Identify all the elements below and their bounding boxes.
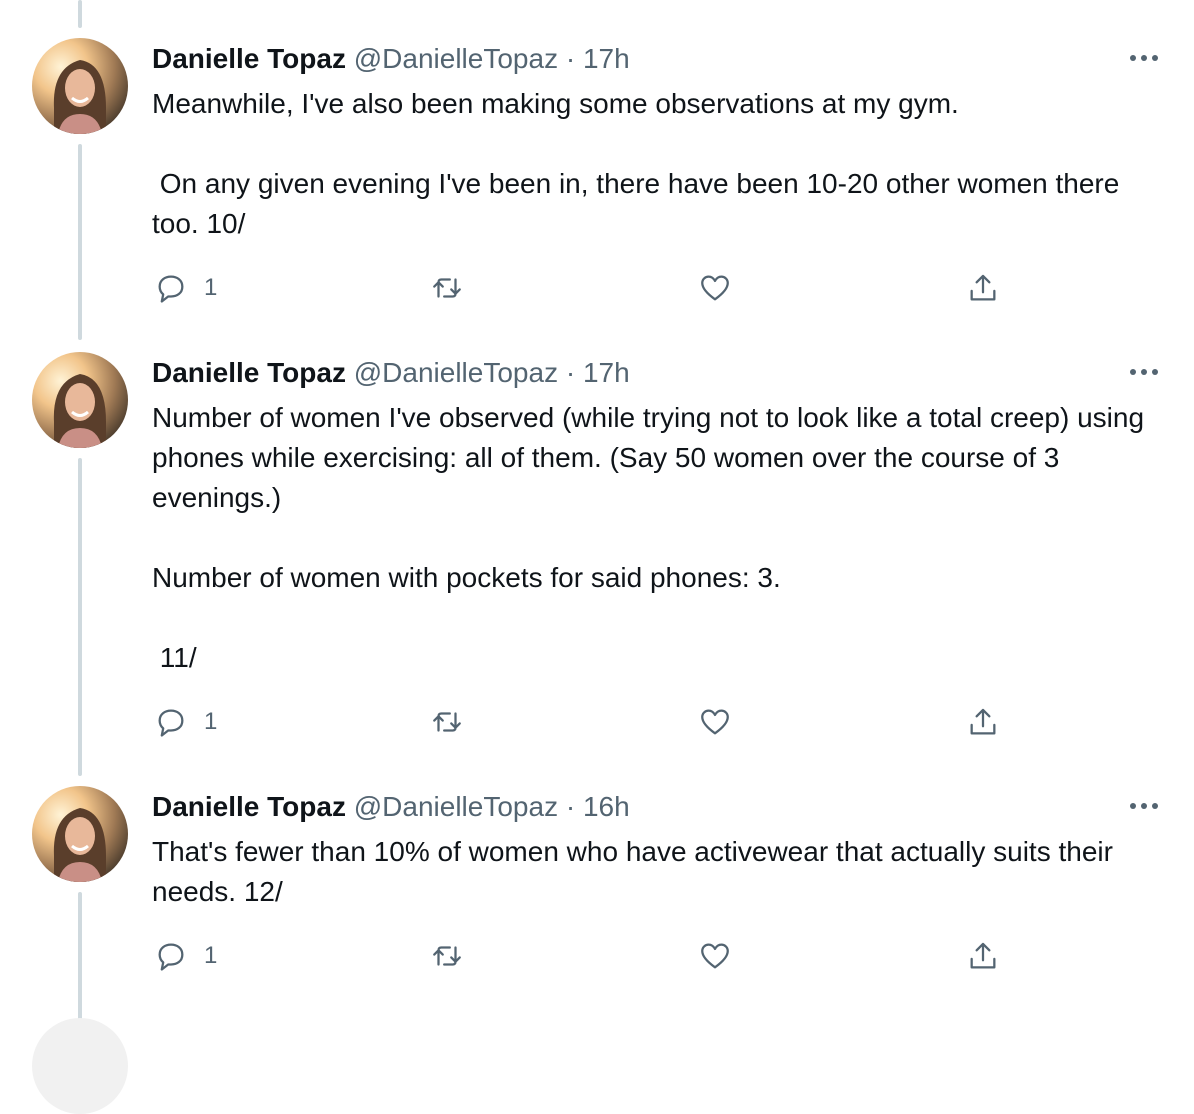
timestamp[interactable]: 17h (583, 43, 630, 74)
heart-icon (701, 943, 729, 969)
author-handle[interactable]: @DanielleTopaz (354, 357, 558, 388)
share-button[interactable] (966, 936, 1000, 976)
like-button[interactable] (698, 268, 748, 308)
avatar[interactable] (32, 1018, 128, 1114)
retweet-button[interactable] (430, 702, 480, 742)
avatar[interactable] (32, 38, 128, 134)
tweet[interactable]: Danielle Topaz @DanielleTopaz · 16h That… (0, 776, 1194, 1016)
heart-icon (701, 275, 729, 301)
reply-icon (158, 943, 184, 971)
heart-icon (701, 709, 729, 735)
reply-count: 1 (204, 942, 218, 969)
tweet-header: Danielle Topaz @DanielleTopaz · 17h (152, 356, 630, 390)
more-button[interactable] (1126, 362, 1162, 382)
separator: · (565, 43, 576, 74)
reply-icon (158, 709, 184, 737)
author-name[interactable]: Danielle Topaz (152, 357, 346, 388)
author-name[interactable]: Danielle Topaz (152, 43, 346, 74)
author-name[interactable]: Danielle Topaz (152, 791, 346, 822)
avatar[interactable] (32, 352, 128, 448)
avatar[interactable] (32, 786, 128, 882)
author-handle[interactable]: @DanielleTopaz (354, 43, 558, 74)
timestamp[interactable]: 17h (583, 357, 630, 388)
reply-count: 1 (204, 274, 218, 301)
reply-icon (158, 275, 184, 303)
separator: · (565, 791, 576, 822)
like-button[interactable] (698, 702, 748, 742)
tweet-header: Danielle Topaz @DanielleTopaz · 17h (152, 42, 630, 76)
reply-count: 1 (204, 708, 218, 735)
tweet[interactable]: Danielle Topaz @DanielleTopaz · 17h Numb… (0, 340, 1194, 776)
tweet-text: Meanwhile, I've also been making some ob… (152, 88, 1120, 239)
reply-button[interactable]: 1 (154, 702, 217, 742)
reply-button[interactable]: 1 (154, 936, 217, 976)
tweet-text: That's fewer than 10% of women who have … (152, 836, 1121, 907)
author-handle[interactable]: @DanielleTopaz (354, 791, 558, 822)
more-button[interactable] (1126, 48, 1162, 68)
retweet-button[interactable] (430, 268, 480, 308)
share-icon (970, 942, 996, 969)
more-button[interactable] (1126, 796, 1162, 816)
tweet-header: Danielle Topaz @DanielleTopaz · 16h (152, 790, 630, 824)
reply-button[interactable]: 1 (154, 268, 217, 308)
more-horizontal-icon (1130, 55, 1158, 61)
retweet-icon (433, 278, 461, 298)
more-horizontal-icon (1130, 369, 1158, 375)
separator: · (565, 357, 576, 388)
tweet-text: Number of women I've observed (while try… (152, 402, 1145, 673)
tweet[interactable]: Danielle Topaz @DanielleTopaz · 17h Mean… (0, 0, 1194, 340)
timestamp[interactable]: 16h (583, 791, 630, 822)
share-button[interactable] (966, 268, 1000, 308)
like-button[interactable] (698, 936, 748, 976)
share-icon (970, 708, 996, 735)
more-horizontal-icon (1130, 803, 1158, 809)
retweet-button[interactable] (430, 936, 480, 976)
retweet-icon (433, 712, 461, 732)
share-button[interactable] (966, 702, 1000, 742)
retweet-icon (433, 946, 461, 966)
share-icon (970, 274, 996, 301)
